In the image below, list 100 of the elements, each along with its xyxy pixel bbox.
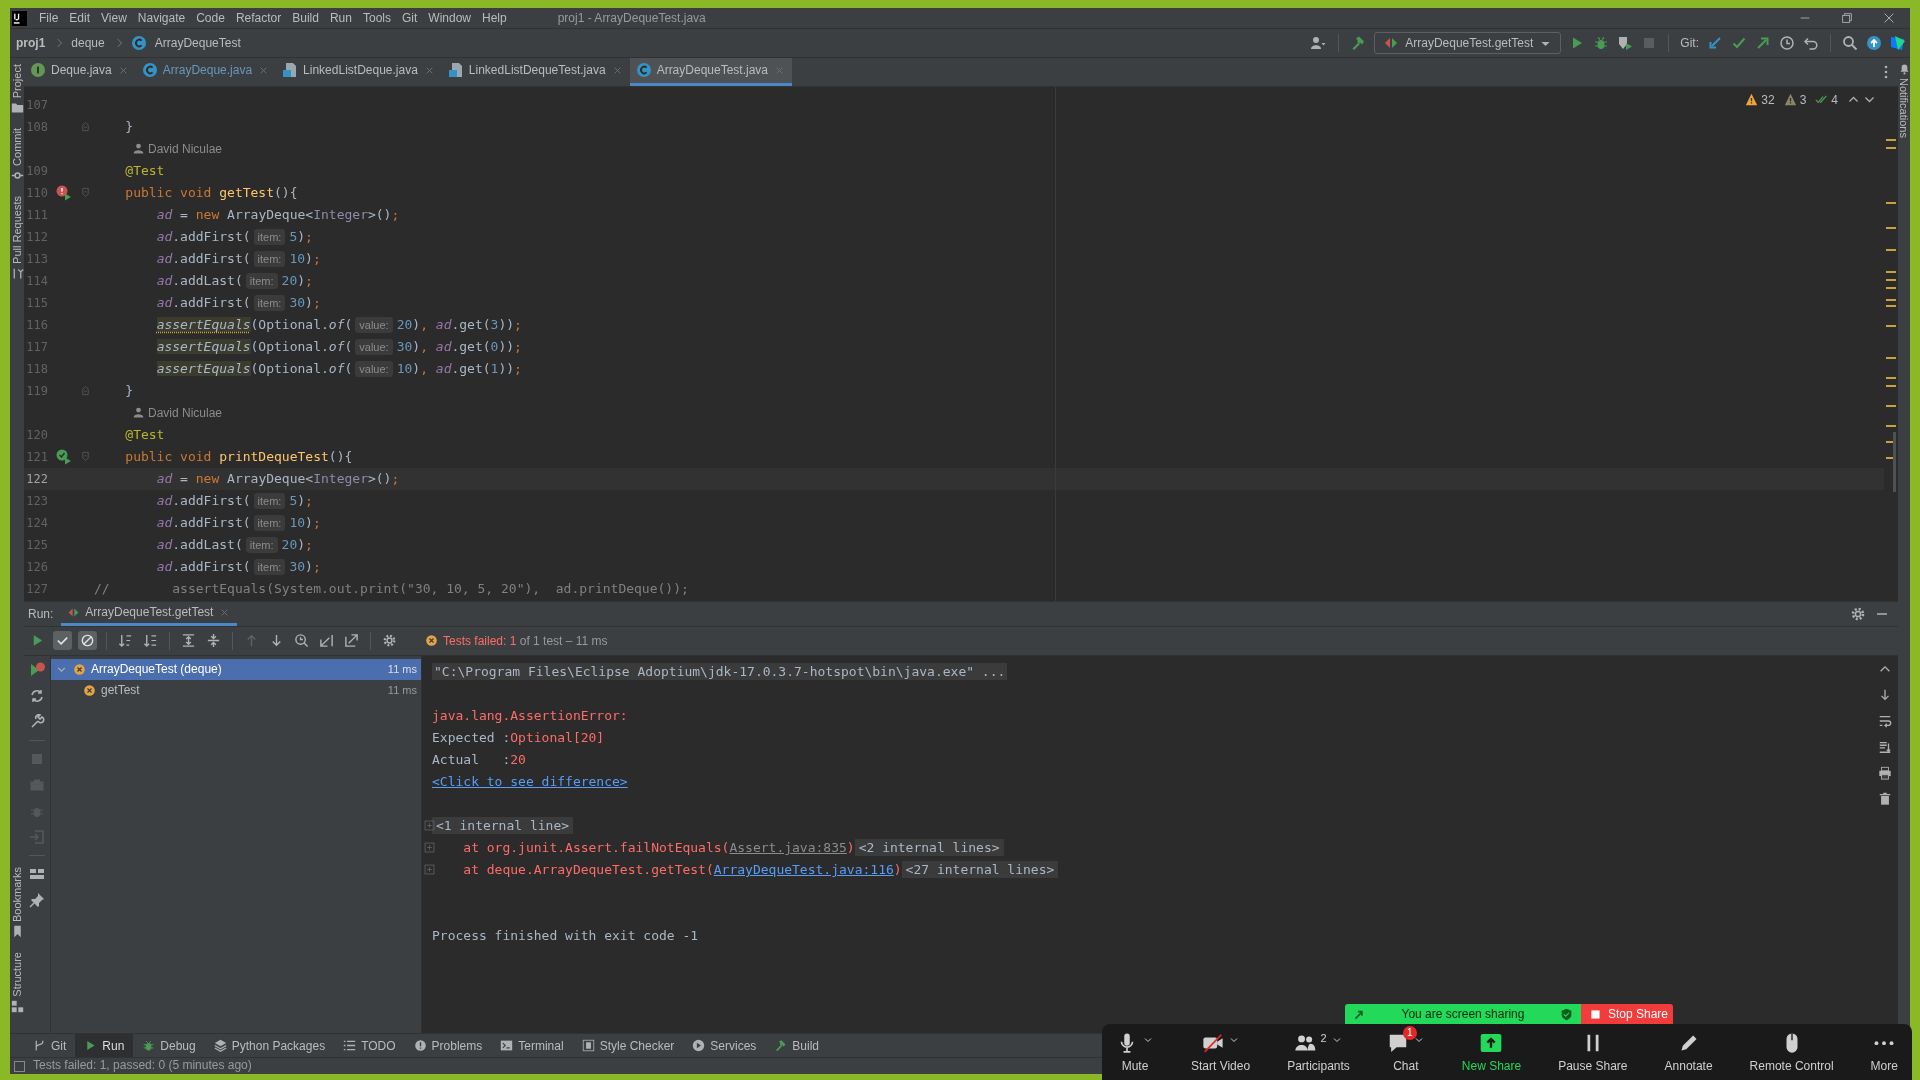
tool-window-tab[interactable]: Notifications (1898, 78, 1910, 138)
tool-window-tab[interactable]: Problems (404, 1034, 492, 1057)
update-arrow-icon[interactable] (1707, 35, 1723, 51)
user-icon[interactable] (1309, 35, 1328, 51)
editor-tab[interactable]: LinkedListDeque.java (276, 58, 442, 86)
tool-window-tab[interactable]: Project (11, 64, 23, 99)
difference-link[interactable]: <Click to see difference> (432, 774, 628, 790)
tool-window-tab[interactable]: Terminal (491, 1034, 573, 1057)
test-tree-item[interactable]: getTest 11 ms (51, 679, 421, 701)
stop-share-button[interactable]: Stop Share (1581, 1004, 1673, 1024)
meeting-control[interactable]: Start Video (1183, 1024, 1259, 1080)
hammer-icon[interactable] (1350, 35, 1367, 51)
inspection-count[interactable]: 32 (1761, 92, 1775, 107)
structure-icon[interactable] (10, 1000, 24, 1013)
menu-item[interactable]: Code (196, 11, 232, 25)
scroll-down-icon[interactable] (1878, 687, 1892, 702)
breadcrumb[interactable]: proj1 (16, 36, 46, 50)
test-session-tab[interactable]: ArrayDequeTest.getTest (61, 601, 238, 626)
rerun-failed-icon[interactable] (29, 661, 45, 678)
history-icon[interactable] (1779, 35, 1795, 51)
push-arrow-icon[interactable] (1755, 35, 1771, 51)
folded-lines[interactable]: <27 internal lines> (901, 861, 1059, 879)
inspection-count[interactable]: 3 (1799, 92, 1807, 107)
editor-tab[interactable]: Deque.java (24, 58, 136, 86)
editor-tab[interactable]: LinkedListDequeTest.java (441, 58, 630, 86)
pin-icon[interactable] (29, 891, 45, 908)
logo-icon[interactable] (12, 10, 27, 26)
folded-lines[interactable]: <2 internal lines> (854, 839, 1004, 857)
menu-item[interactable]: Tools (362, 11, 398, 25)
tool-window-tab[interactable]: Style Checker (572, 1034, 684, 1057)
menu-item[interactable]: Edit (69, 11, 98, 25)
editor-tab[interactable]: ArrayDeque.java (135, 58, 277, 86)
tool-window-tab[interactable]: TODO (334, 1034, 405, 1057)
line-number: 115 (25, 295, 48, 310)
folder-icon[interactable] (10, 101, 24, 115)
auto-test-icon[interactable] (29, 687, 45, 704)
menu-item[interactable]: View (101, 11, 134, 25)
menu-item[interactable]: Build (292, 11, 326, 25)
tool-window-tab[interactable]: Git (24, 1034, 76, 1057)
menu-item[interactable]: Git (401, 11, 425, 25)
close-icon[interactable] (1882, 11, 1896, 25)
breadcrumb[interactable]: ArrayDequeTest (154, 36, 241, 50)
meeting-control[interactable]: Remote Control (1741, 1024, 1842, 1080)
tool-window-tab[interactable]: Build (765, 1034, 829, 1057)
menu-item[interactable]: Run (329, 11, 359, 25)
inspection-count[interactable]: 4 (1831, 92, 1838, 107)
upload-icon[interactable] (1866, 35, 1882, 51)
tool-window-tab[interactable]: Structure (11, 952, 23, 997)
failed-test-run-icon[interactable] (56, 184, 72, 201)
menu-item[interactable]: Refactor (235, 11, 289, 25)
weak-warning-icon[interactable] (1783, 93, 1797, 107)
menu-item[interactable]: Navigate (137, 11, 193, 25)
coverage-icon[interactable] (1617, 35, 1634, 51)
commit-check-icon[interactable] (1731, 35, 1747, 51)
meeting-control[interactable]: New Share (1453, 1024, 1530, 1080)
author-hint[interactable]: David Niculae (148, 405, 223, 420)
tool-window-tab[interactable]: Services (683, 1034, 766, 1057)
warning-icon[interactable] (1745, 93, 1759, 107)
tool-window-tab[interactable]: Pull Requests (11, 196, 23, 264)
code-line: ad.addLast( item: 20); (155, 272, 313, 289)
meeting-control[interactable]: Pause Share (1550, 1024, 1636, 1080)
wrench-icon[interactable] (29, 713, 45, 730)
tool-window-tab[interactable]: Python Packages (204, 1034, 335, 1057)
source-link[interactable]: Assert.java:835 (729, 840, 847, 856)
line-number: 109 (25, 163, 48, 178)
test-tree-item[interactable]: ArrayDequeTest (deque) 11 ms (51, 658, 421, 680)
source-link[interactable]: ArrayDequeTest.java:116 (713, 862, 894, 878)
tool-window-tab[interactable]: Debug (133, 1034, 205, 1057)
passed-test-run-icon[interactable] (56, 448, 72, 465)
meeting-control[interactable]: Mute (1108, 1024, 1162, 1080)
soft-wrap-icon[interactable] (1878, 713, 1892, 728)
breadcrumb[interactable]: deque (71, 36, 105, 50)
code-line: ad.addLast( item: 20); (155, 536, 313, 553)
meeting-control[interactable]: More (1862, 1024, 1906, 1080)
code-line: ad = new ArrayDeque<Integer>(); (155, 471, 400, 487)
tool-window-tab[interactable]: Bookmarks (11, 867, 23, 923)
undo-icon[interactable] (1803, 35, 1819, 51)
scroll-to-end-icon[interactable] (1878, 739, 1892, 754)
editor-tab[interactable]: ArrayDequeTest.java (629, 58, 792, 86)
tool-window-tab[interactable]: Run (75, 1034, 134, 1057)
author-hint[interactable]: David Niculae (148, 141, 223, 156)
branch-icon (33, 1039, 46, 1052)
meeting-control[interactable]: 1 Chat (1378, 1024, 1433, 1080)
tool-window-tab[interactable]: Commit (11, 128, 23, 167)
meeting-control[interactable]: Annotate (1656, 1024, 1721, 1080)
checker-icon (581, 1039, 595, 1052)
settings-icon[interactable] (1850, 605, 1866, 622)
print-icon[interactable] (1878, 765, 1892, 780)
meeting-control[interactable]: 2 Participants (1279, 1024, 1358, 1080)
clear-icon[interactable] (1878, 791, 1892, 806)
folded-lines[interactable]: <1 internal line> (432, 817, 574, 835)
search-icon[interactable] (1842, 35, 1858, 51)
restore-icon[interactable] (1840, 11, 1854, 25)
bug-icon[interactable] (1593, 35, 1610, 51)
menu-item[interactable]: Window (428, 11, 478, 25)
show-ignored-toggle[interactable] (78, 631, 97, 651)
menu-item[interactable]: Help (482, 11, 514, 25)
run-configuration-dropdown[interactable]: ArrayDequeTest.getTest (1374, 32, 1562, 54)
menu-item[interactable]: File (39, 11, 66, 25)
show-passed-toggle[interactable] (53, 631, 72, 651)
